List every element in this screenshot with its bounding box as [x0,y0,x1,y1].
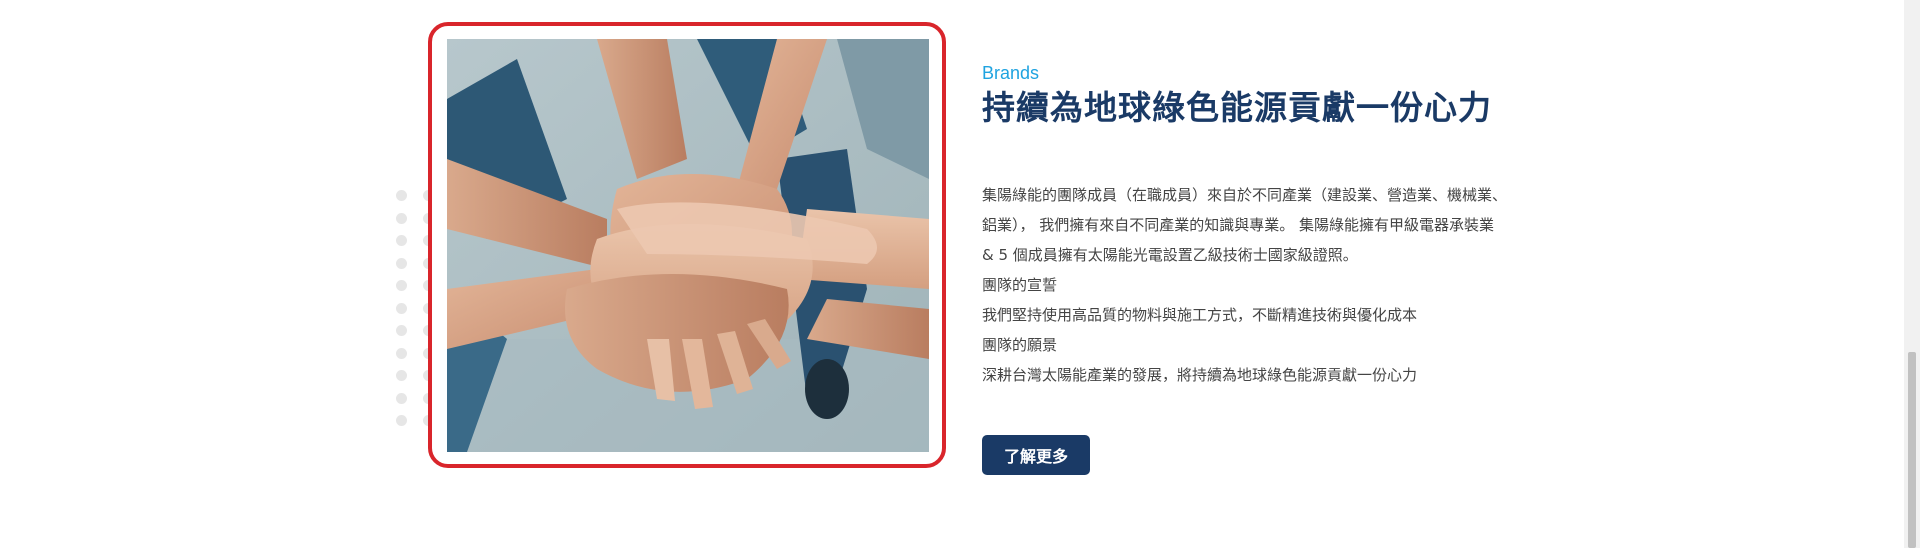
vision-heading: 團隊的願景 [982,336,1058,354]
decorative-dot [396,257,407,269]
section-description: 集陽綠能的團隊成員（在職成員）來自於不同產業（建設業、營造業、機械業、鋁業）， … [982,180,1507,390]
decorative-dot [396,392,407,404]
oath-text: 我們堅持使用高品質的物料與施工方式，不斷精進技術與優化成本 [982,306,1418,324]
decorative-dot [396,370,407,381]
scrollbar-thumb[interactable] [1908,352,1916,548]
vision-text: 深耕台灣太陽能產業的發展，將持續為地球綠色能源貢獻一份心力 [982,366,1418,384]
decorative-dot [396,325,407,336]
page-scrollbar[interactable] [1904,0,1920,548]
team-hands-photo [447,39,929,452]
section-kicker: Brands [982,63,1040,83]
decorative-dot [396,280,407,291]
section-title: 持續為地球綠色能源貢獻一份心力 [982,88,1492,127]
decorative-dot [396,235,407,246]
oath-heading: 團隊的宣誓 [982,276,1058,294]
intro-paragraph: 集陽綠能的團隊成員（在職成員）來自於不同產業（建設業、營造業、機械業、鋁業）， … [982,186,1508,264]
decorative-dot [396,212,407,224]
decorative-dot [396,302,407,314]
decorative-dot [396,347,407,359]
learn-more-button[interactable]: 了解更多 [982,435,1090,475]
decorative-dot [396,190,407,201]
decorative-dot [396,415,407,426]
